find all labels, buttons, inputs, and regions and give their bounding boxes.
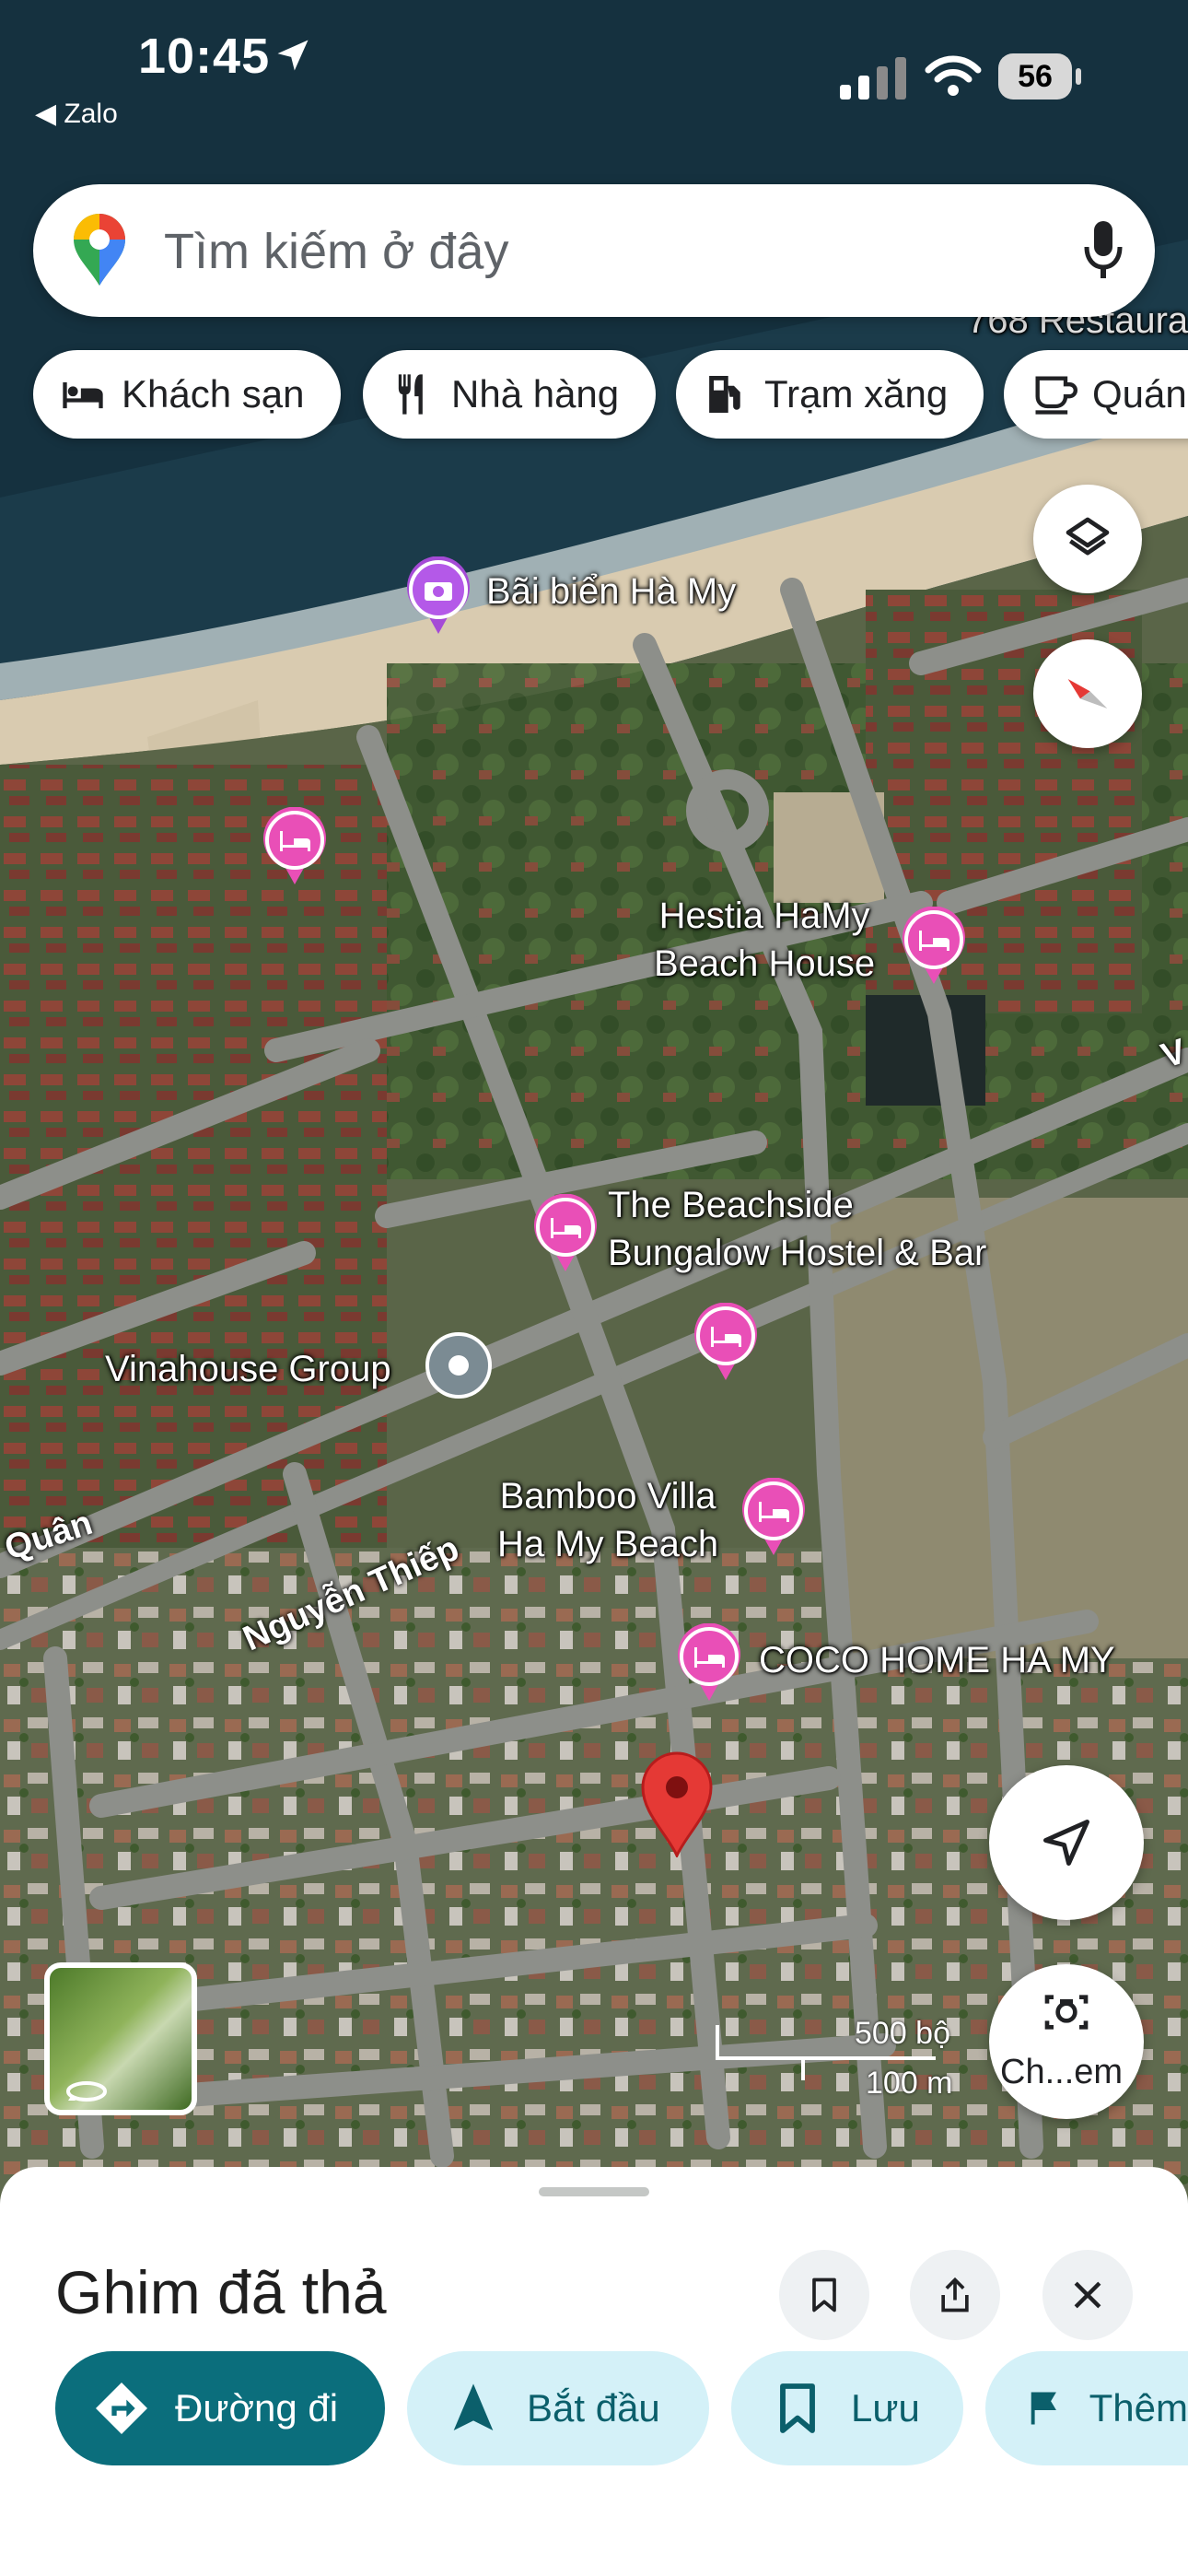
photo-poi-icon[interactable] xyxy=(405,556,472,636)
search-input[interactable]: Tìm kiếm ở đây xyxy=(164,223,508,280)
hotel-poi-icon[interactable] xyxy=(262,807,328,886)
map-label-coco[interactable]: COCO HOME HA MY xyxy=(759,1640,1115,1681)
status-bar: 10:45 ◀ Zalo 56 xyxy=(0,0,1188,138)
hotel-poi-icon[interactable] xyxy=(901,907,967,986)
place-bottom-sheet: Ghim đã thả Đường đi Bắt đầu Lưu Thêm xyxy=(0,2167,1188,2576)
google-maps-pin-icon xyxy=(74,214,125,286)
close-icon xyxy=(1074,2281,1101,2309)
microphone-icon[interactable] xyxy=(1083,219,1124,280)
restaurant-icon xyxy=(398,374,423,415)
battery-indicator: 56 xyxy=(998,53,1083,101)
directions-button[interactable]: Đường đi xyxy=(55,2351,385,2465)
hotel-poi-icon[interactable] xyxy=(532,1194,599,1273)
close-button[interactable] xyxy=(1042,2250,1133,2340)
share-icon xyxy=(941,2277,969,2313)
directions-icon xyxy=(96,2383,147,2434)
chip-gas-stations[interactable]: Trạm xăng xyxy=(676,350,984,439)
map-label-beachside[interactable]: The Beachside Bungalow Hostel & Bar xyxy=(608,1181,986,1277)
clock: 10:45 xyxy=(138,29,271,84)
start-button[interactable]: Bắt đầu xyxy=(407,2351,709,2465)
wifi-icon xyxy=(925,55,982,96)
map-label-vinahouse[interactable]: Vinahouse Group xyxy=(105,1349,391,1390)
place-title: Ghim đã thả xyxy=(55,2258,387,2326)
back-to-app-link[interactable]: ◀ Zalo xyxy=(35,98,118,130)
flag-icon xyxy=(1031,2392,1056,2425)
save-button[interactable]: Lưu xyxy=(731,2351,963,2465)
compass-icon xyxy=(1067,679,1108,708)
map-label-hestia[interactable]: Hestia HaMy Beach House xyxy=(654,892,875,988)
cellular-signal-icon xyxy=(840,57,906,100)
chip-label: Khách sạn xyxy=(122,372,305,416)
chip-label: Nhà hàng xyxy=(451,372,620,416)
start-label: Bắt đầu xyxy=(527,2386,660,2430)
save-label: Lưu xyxy=(851,2386,920,2430)
my-location-button[interactable] xyxy=(989,1765,1144,1920)
more-button[interactable]: Thêm xyxy=(985,2351,1188,2465)
map-label-beach[interactable]: Bãi biển Hà My xyxy=(486,571,736,613)
hotel-poi-icon[interactable] xyxy=(693,1303,759,1382)
bookmark-icon xyxy=(780,2383,815,2433)
navigation-arrow-icon xyxy=(453,2383,494,2430)
bed-icon xyxy=(63,382,103,409)
battery-tip xyxy=(1076,68,1081,85)
search-bar[interactable]: Tìm kiếm ở đây xyxy=(33,184,1155,317)
rotate-360-icon xyxy=(66,2081,107,2102)
more-label: Thêm xyxy=(1089,2386,1188,2430)
hotel-poi-icon[interactable] xyxy=(676,1623,742,1703)
save-icon-button[interactable] xyxy=(779,2250,869,2340)
battery-level: 56 xyxy=(998,53,1072,100)
layers-button[interactable] xyxy=(1033,485,1142,593)
sheet-drag-handle[interactable] xyxy=(539,2187,649,2196)
cafe-icon xyxy=(1035,376,1077,415)
compass-button[interactable] xyxy=(1033,639,1142,748)
camera-scan-icon xyxy=(1044,1995,1089,2030)
scale-metric: 100 m xyxy=(866,2066,953,2101)
hotel-poi-icon[interactable] xyxy=(740,1478,807,1557)
chip-label: Trạm xăng xyxy=(764,372,949,416)
directions-label: Đường đi xyxy=(175,2386,339,2430)
navigation-arrow-icon xyxy=(1043,1820,1089,1866)
place-marker-icon[interactable] xyxy=(424,1330,494,1400)
scale-imperial: 500 bộ xyxy=(855,2016,950,2051)
chip-restaurants[interactable]: Nhà hàng xyxy=(363,350,656,439)
dropped-pin-icon[interactable] xyxy=(639,1751,715,1857)
map-scale: 500 bộ 100 m xyxy=(715,2016,963,2101)
screenshot-button-label: Ch...em xyxy=(1000,2053,1124,2091)
screenshot-explore-button[interactable]: Ch...em xyxy=(989,1964,1144,2119)
layers-icon xyxy=(1066,517,1110,556)
bookmark-icon xyxy=(812,2277,836,2313)
share-button[interactable] xyxy=(910,2250,1000,2340)
street-view-thumbnail[interactable] xyxy=(44,1962,197,2115)
map-label-bamboo[interactable]: Bamboo Villa Ha My Beach xyxy=(497,1472,718,1568)
chip-label: Quán xyxy=(1092,372,1187,416)
chip-cafes[interactable]: Quán xyxy=(1004,350,1188,439)
gas-station-icon xyxy=(709,375,740,414)
chip-hotels[interactable]: Khách sạn xyxy=(33,350,341,439)
location-arrow-icon xyxy=(277,40,309,71)
